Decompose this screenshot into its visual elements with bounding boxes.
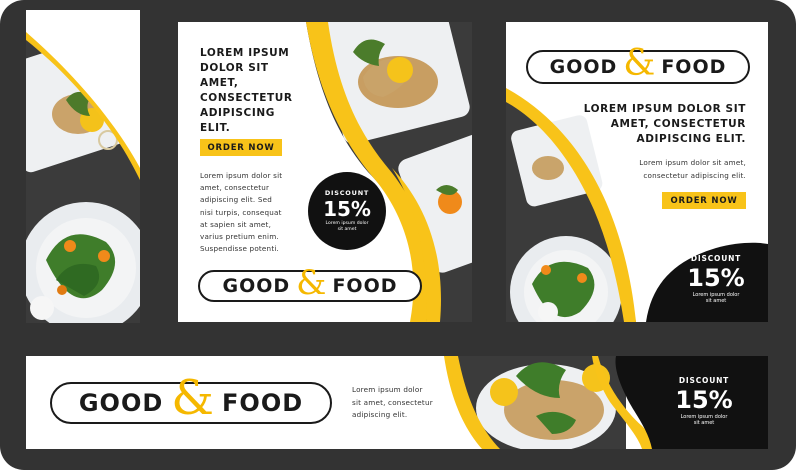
headline-line: LOREM IPSUM xyxy=(200,47,290,59)
logo-word-good: GOOD xyxy=(222,275,291,297)
discount-sub-line: sit amet xyxy=(705,298,727,305)
order-now-button[interactable]: ORDER NOW xyxy=(662,192,746,209)
headline-line: DOLOR SIT xyxy=(200,62,269,74)
discount-label: DISCOUNT xyxy=(678,376,730,385)
discount-label: DISCOUNT xyxy=(324,189,370,198)
headline-line: CONSECTETUR xyxy=(200,92,293,104)
square-banner-2: GOOD & FOOD LOREM IPSUM DOLOR SIT AMET, … xyxy=(506,22,768,322)
discount-value: 15% xyxy=(323,197,371,222)
logo-ampersand: & xyxy=(623,43,656,84)
discount-value: 15% xyxy=(687,264,745,292)
good-food-logo: GOOD & FOOD xyxy=(526,46,750,84)
headline-line: LOREM IPSUM DOLOR SIT xyxy=(583,103,746,115)
skyscraper-banner xyxy=(26,10,140,323)
logo-word-good: GOOD xyxy=(78,389,164,417)
order-now-button[interactable]: ORDER NOW xyxy=(200,139,282,156)
discount-sub: Lorem ipsum dolor sit amet xyxy=(693,292,740,305)
discount-sub: Lorem ipsum dolor sit amet xyxy=(326,221,369,232)
logo-word-food: FOOD xyxy=(661,56,727,78)
body-line: Lorem ipsum dolor sit amet, xyxy=(639,158,746,167)
headline-line: ADIPISCING xyxy=(200,107,275,119)
discount-badge: DISCOUNT 15% Lorem ipsum dolor sit amet xyxy=(308,172,386,250)
square-2-headline: LOREM IPSUM DOLOR SIT AMET, CONSECTETUR … xyxy=(584,102,746,147)
body-line: Suspendisse potenti. xyxy=(200,244,280,254)
good-food-logo: GOOD & FOOD xyxy=(50,374,332,424)
square-banner-1: LOREM IPSUM DOLOR SIT AMET, CONSECTETUR … xyxy=(178,22,472,322)
discount-sub-line: sit amet xyxy=(337,227,357,232)
body-line: amet, consectetur xyxy=(200,183,270,193)
discount-value: 15% xyxy=(675,386,733,414)
discount-block: DISCOUNT 15% Lorem ipsum dolor sit amet xyxy=(676,254,756,305)
leaderboard-banner: GOOD & FOOD Lorem ipsum dolor sit amet, … xyxy=(26,356,768,449)
headline-line: AMET, CONSECTETUR xyxy=(610,118,746,130)
headline-line: AMET, xyxy=(200,77,239,89)
discount-label: DISCOUNT xyxy=(690,254,742,263)
body-line: nisi turpis, consequat xyxy=(200,207,282,217)
body-line: at sapien sit amet, xyxy=(200,219,272,229)
headline-line: ELIT. xyxy=(200,122,231,134)
body-line: adipiscing elit. Sed xyxy=(200,195,272,205)
good-food-logo: GOOD & FOOD xyxy=(198,266,422,302)
body-line: consectetur adipiscing elit. xyxy=(643,171,746,180)
discount-sub-line: sit amet xyxy=(693,420,715,427)
skyscraper-photo xyxy=(26,10,140,323)
mockup-frame: LOREM IPSUM DOLOR SIT AMET, CONSECTETUR … xyxy=(0,0,796,470)
square-1-body: Lorem ipsum dolor sit amet, consectetur … xyxy=(200,170,282,255)
square-1-headline: LOREM IPSUM DOLOR SIT AMET, CONSECTETUR … xyxy=(200,46,293,136)
logo-ampersand: & xyxy=(296,263,327,303)
logo-word-good: GOOD xyxy=(549,56,618,78)
body-line: varius pretium enim. xyxy=(200,232,279,242)
discount-block: DISCOUNT 15% Lorem ipsum dolor sit amet xyxy=(662,376,746,427)
square-2-body: Lorem ipsum dolor sit amet, consectetur … xyxy=(639,156,746,182)
body-line: sit amet, consectetur xyxy=(352,397,433,407)
leaderboard-body: Lorem ipsum dolor sit amet, consectetur … xyxy=(352,384,433,422)
logo-ampersand: & xyxy=(171,370,215,426)
logo-word-food: FOOD xyxy=(332,275,398,297)
discount-sub: Lorem ipsum dolor sit amet xyxy=(681,414,728,427)
body-line: Lorem ipsum dolor xyxy=(352,385,423,394)
logo-word-food: FOOD xyxy=(222,389,304,417)
body-line: adipiscing elit. xyxy=(352,410,408,419)
headline-line: ADIPISCING ELIT. xyxy=(636,133,746,145)
body-line: Lorem ipsum dolor sit xyxy=(200,171,283,180)
